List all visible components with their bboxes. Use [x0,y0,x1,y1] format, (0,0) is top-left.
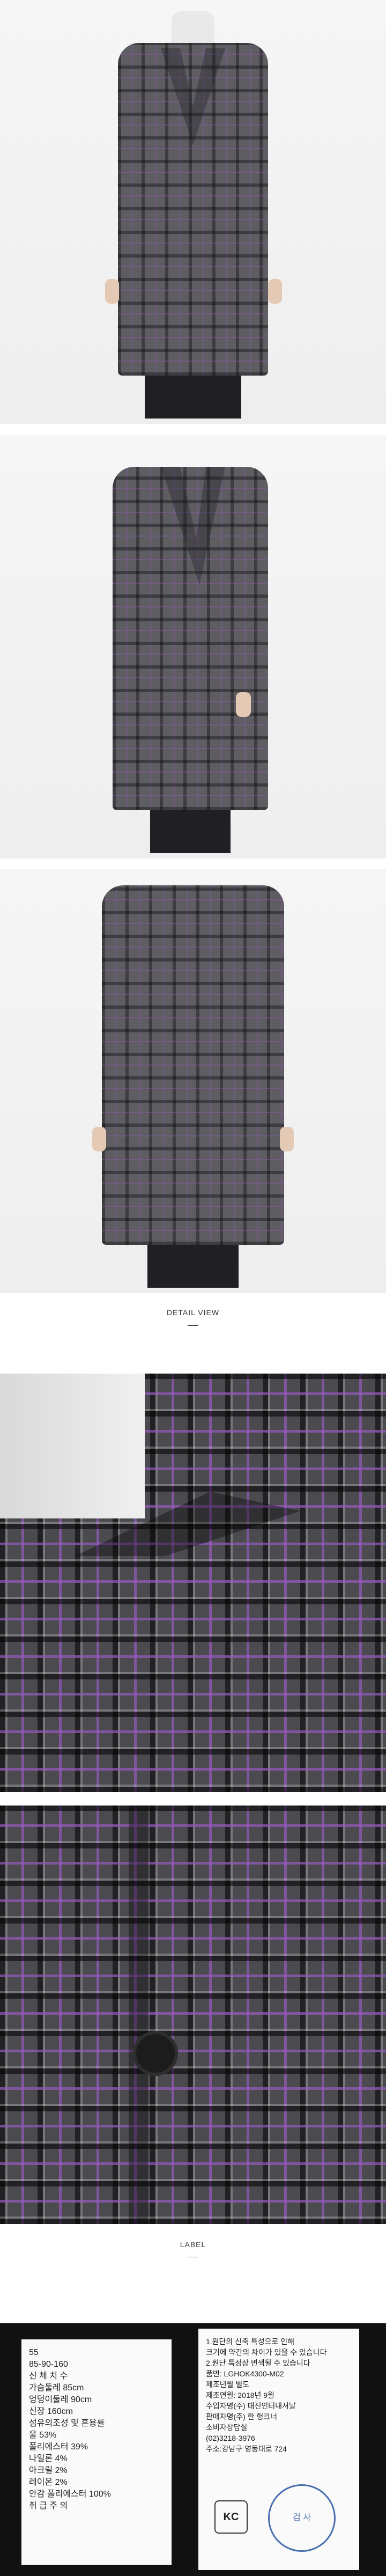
sweater-detail [0,1374,145,1518]
coat-back [102,885,284,1245]
tag-fiber: 울 53% [29,2431,57,2440]
info-line: 판매자명(주) 한 헝크너 [206,2412,278,2421]
product-photo-front [0,0,386,424]
placket-shadow [129,1806,148,2224]
model-hand-left [92,1127,106,1151]
tag-row: 가슴둘레 85cm [29,2383,84,2392]
kc-mark-icon: KC [214,2500,248,2534]
model-hand-right [280,1127,294,1151]
tag-fiber-heading: 섬유의조성 및 혼용률 [29,2419,105,2428]
inspection-stamp-icon: 검 사 [268,2484,336,2552]
info-tag: 1.원단의 신축 특성으로 인해 크기에 약간의 차이가 있을 수 있습니다 2… [198,2329,359,2570]
tag-row: 신장 160cm [29,2407,73,2416]
model-legs [150,810,231,853]
info-line: 소비자상담실 [206,2423,248,2432]
model-figure [0,869,386,1293]
info-line: 2.원단 특성상 변색될 수 있습니다 [206,2359,310,2367]
info-line: 1.원단의 신축 특성으로 인해 [206,2337,295,2346]
info-line: 수입자명(주) 태진인터내셔날 [206,2402,296,2410]
tag-care-heading: 취 급 주 의 [29,2501,68,2511]
model-legs [147,1245,239,1288]
info-line: 제조년월 별도 [206,2380,250,2389]
model-figure [0,435,386,858]
info-line: 주소:강남구 영동대로 724 [206,2445,287,2453]
tag-fiber: 나일론 4% [29,2454,68,2463]
tag-fiber: 안감 폴리에스터 100% [29,2490,111,2499]
product-photo-angled [0,435,386,858]
detail-photo-collar [0,1374,386,1792]
model-hand-right [268,279,282,304]
label-title: LABEL [180,2240,206,2249]
label-photos: 55 85-90-160 신 체 치 수 가슴둘레 85cm 엉덩이둘레 90c… [0,2323,386,2576]
tag-fiber: 아크릴 2% [29,2466,68,2475]
coat-front [118,43,268,376]
model-hand-left [105,279,119,304]
detail-view-title: DETAIL VIEW [166,1308,220,1317]
tag-row: 엉덩이둘레 90cm [29,2395,92,2404]
model-legs [145,376,241,419]
tag-size-heading: 신 체 치 수 [29,2372,68,2381]
model-figure [0,0,386,424]
tag-fiber: 레이온 2% [29,2478,68,2487]
info-line: 제조연월: 2018년 9월 [206,2391,274,2399]
model-hand-right [236,692,251,717]
detail-view-rule [188,1325,198,1326]
tag-size: 55 [29,2348,39,2357]
info-line: (02)3218-3976 [206,2434,255,2442]
detail-photo-button [0,1806,386,2224]
tag-measure: 85-90-160 [29,2360,68,2369]
info-line: 크기에 약간의 차이가 있을 수 있습니다 [206,2348,327,2357]
size-fiber-tag: 55 85-90-160 신 체 치 수 가슴둘레 85cm 엉덩이둘레 90c… [21,2339,172,2565]
info-line: 품번: LGHOK4300-M02 [206,2369,284,2378]
coat-button-icon [133,2031,178,2076]
tag-fiber: 폴리에스터 39% [29,2442,88,2452]
product-photo-back [0,869,386,1293]
